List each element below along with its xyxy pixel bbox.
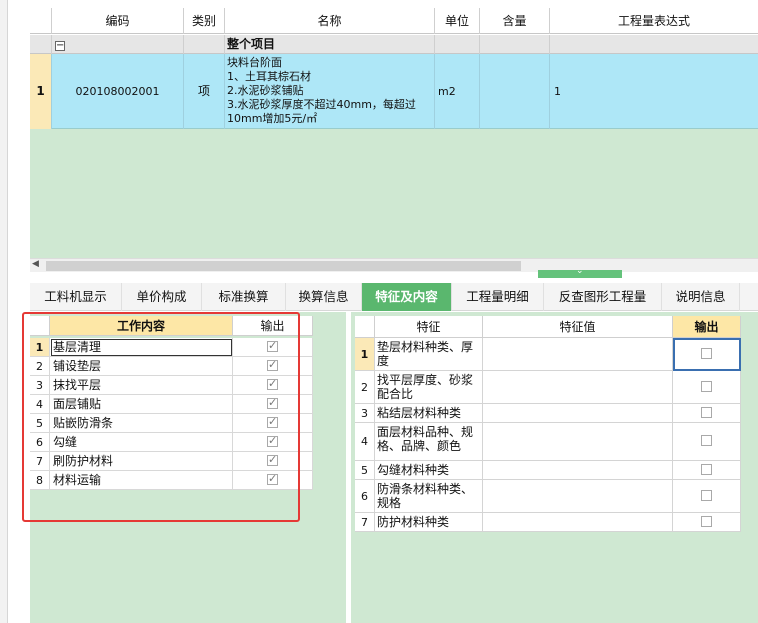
feature-name[interactable]: 防护材料种类 <box>375 513 483 532</box>
feature-name[interactable]: 粘结层材料种类 <box>375 404 483 423</box>
row-category[interactable]: 项 <box>184 54 225 129</box>
splitter-handle[interactable]: ⌄ <box>538 266 622 278</box>
feature-name-line: 垫层材料种类、厚 <box>377 340 474 354</box>
feature-output-checkbox[interactable] <box>701 407 712 418</box>
tab-conversion-info[interactable]: 换算信息 <box>286 283 362 311</box>
tab-reverse-graphic[interactable]: 反查图形工程量 <box>544 283 662 311</box>
feature-value[interactable] <box>483 461 673 480</box>
feature-name-line: 勾缝材料种类 <box>377 463 450 477</box>
feature-value[interactable] <box>483 338 673 371</box>
header-category[interactable]: 类别 <box>184 8 225 34</box>
header-unit[interactable]: 单位 <box>435 8 480 34</box>
row-number: 1 <box>30 54 52 129</box>
scrollbar-thumb[interactable] <box>46 261 521 271</box>
feature-output-cell <box>673 423 741 461</box>
row-number: 5 <box>355 461 375 480</box>
row-number: 4 <box>355 423 375 461</box>
row-unit[interactable]: m2 <box>435 54 480 129</box>
header-rownum <box>30 8 52 34</box>
horizontal-scrollbar[interactable]: ◀ <box>30 258 758 272</box>
feature-name[interactable]: 垫层材料种类、厚度 <box>375 338 483 371</box>
tab-notes[interactable]: 说明信息 <box>662 283 740 311</box>
feature-name-line: 防护材料种类 <box>377 515 450 529</box>
row-number: 2 <box>355 371 375 404</box>
row-name[interactable]: 块料台阶面 1、土耳其棕石材 2.水泥砂浆铺贴 3.水泥砂浆厚度不超过40mm，… <box>225 54 435 129</box>
feature-output-checkbox[interactable] <box>701 381 712 392</box>
header-feature-value[interactable]: 特征值 <box>483 316 673 338</box>
header-feature-output[interactable]: 输出 <box>673 316 741 338</box>
feature-name-line: 面层材料品种、规 <box>377 425 474 439</box>
tab-price-structure[interactable]: 单价构成 <box>122 283 202 311</box>
feature-name-line: 找平层厚度、砂浆 <box>377 373 474 387</box>
feature-output-cell <box>673 371 741 404</box>
row-expression[interactable]: 1 <box>550 54 758 129</box>
feature-name[interactable]: 勾缝材料种类 <box>375 461 483 480</box>
tab-bar: 工料机显示 单价构成 标准换算 换算信息 特征及内容 工程量明细 反查图形工程量… <box>30 283 758 311</box>
panel-divider[interactable] <box>346 312 351 623</box>
feature-name[interactable]: 找平层厚度、砂浆 配合比 <box>375 371 483 404</box>
tab-quantity-detail[interactable]: 工程量明细 <box>452 283 544 311</box>
feature-output-checkbox[interactable] <box>701 348 712 359</box>
group-row[interactable]: − 整个项目 <box>30 35 758 54</box>
feature-name-line: 配合比 <box>377 387 414 401</box>
row-number: 3 <box>355 404 375 423</box>
row-number: 6 <box>355 480 375 513</box>
header-name[interactable]: 名称 <box>225 8 435 34</box>
feature-value[interactable] <box>483 423 673 461</box>
grid-empty-area <box>30 129 758 259</box>
top-grid-header: 编码 类别 名称 单位 含量 工程量表达式 <box>30 8 758 34</box>
feature-output-cell <box>673 404 741 423</box>
row-content[interactable] <box>480 54 550 129</box>
feature-name-line: 规格 <box>377 496 402 510</box>
group-row-name: 整个项目 <box>225 35 435 54</box>
tab-standard-conversion[interactable]: 标准换算 <box>202 283 286 311</box>
tab-features-content[interactable]: 特征及内容 <box>362 283 452 311</box>
tab-labor-material[interactable]: 工料机显示 <box>30 283 122 311</box>
feature-value[interactable] <box>483 513 673 532</box>
collapse-icon[interactable]: − <box>55 41 65 51</box>
scroll-left-icon[interactable]: ◀ <box>32 259 39 269</box>
feature-value[interactable] <box>483 371 673 404</box>
feature-output-checkbox[interactable] <box>701 435 712 446</box>
header-expression[interactable]: 工程量表达式 <box>550 8 758 34</box>
feature-output-cell <box>673 461 741 480</box>
feature-output-checkbox[interactable] <box>701 516 712 527</box>
feature-output-cell <box>673 480 741 513</box>
feature-name-line: 度 <box>377 354 390 368</box>
row-number: 1 <box>355 338 375 371</box>
feature-output-cell <box>673 513 741 532</box>
table-row[interactable]: 1 020108002001 项 块料台阶面 1、土耳其棕石材 2.水泥砂浆铺贴… <box>30 54 758 129</box>
row-number: 7 <box>355 513 375 532</box>
header-code[interactable]: 编码 <box>52 8 184 34</box>
feature-name[interactable]: 防滑条材料种类、 规格 <box>375 480 483 513</box>
feature-output-cell <box>673 338 741 371</box>
chevron-down-icon: ⌄ <box>576 266 584 276</box>
feature-name-line: 粘结层材料种类 <box>377 406 462 420</box>
header-content[interactable]: 含量 <box>480 8 550 34</box>
feature-name-line: 防滑条材料种类、 <box>377 482 474 496</box>
highlight-box <box>22 312 300 522</box>
row-code[interactable]: 020108002001 <box>52 54 184 129</box>
left-edge-panel <box>0 0 8 623</box>
feature-name[interactable]: 面层材料品种、规 格、品牌、颜色 <box>375 423 483 461</box>
feature-output-checkbox[interactable] <box>701 464 712 475</box>
feature-value[interactable] <box>483 480 673 513</box>
feature-output-checkbox[interactable] <box>701 490 712 501</box>
feature-name-line: 格、品牌、颜色 <box>377 439 462 453</box>
top-grid: 编码 类别 名称 单位 含量 工程量表达式 − 整个项目 1 020108002… <box>30 8 758 259</box>
header-feature[interactable]: 特征 <box>375 316 483 338</box>
feature-value[interactable] <box>483 404 673 423</box>
